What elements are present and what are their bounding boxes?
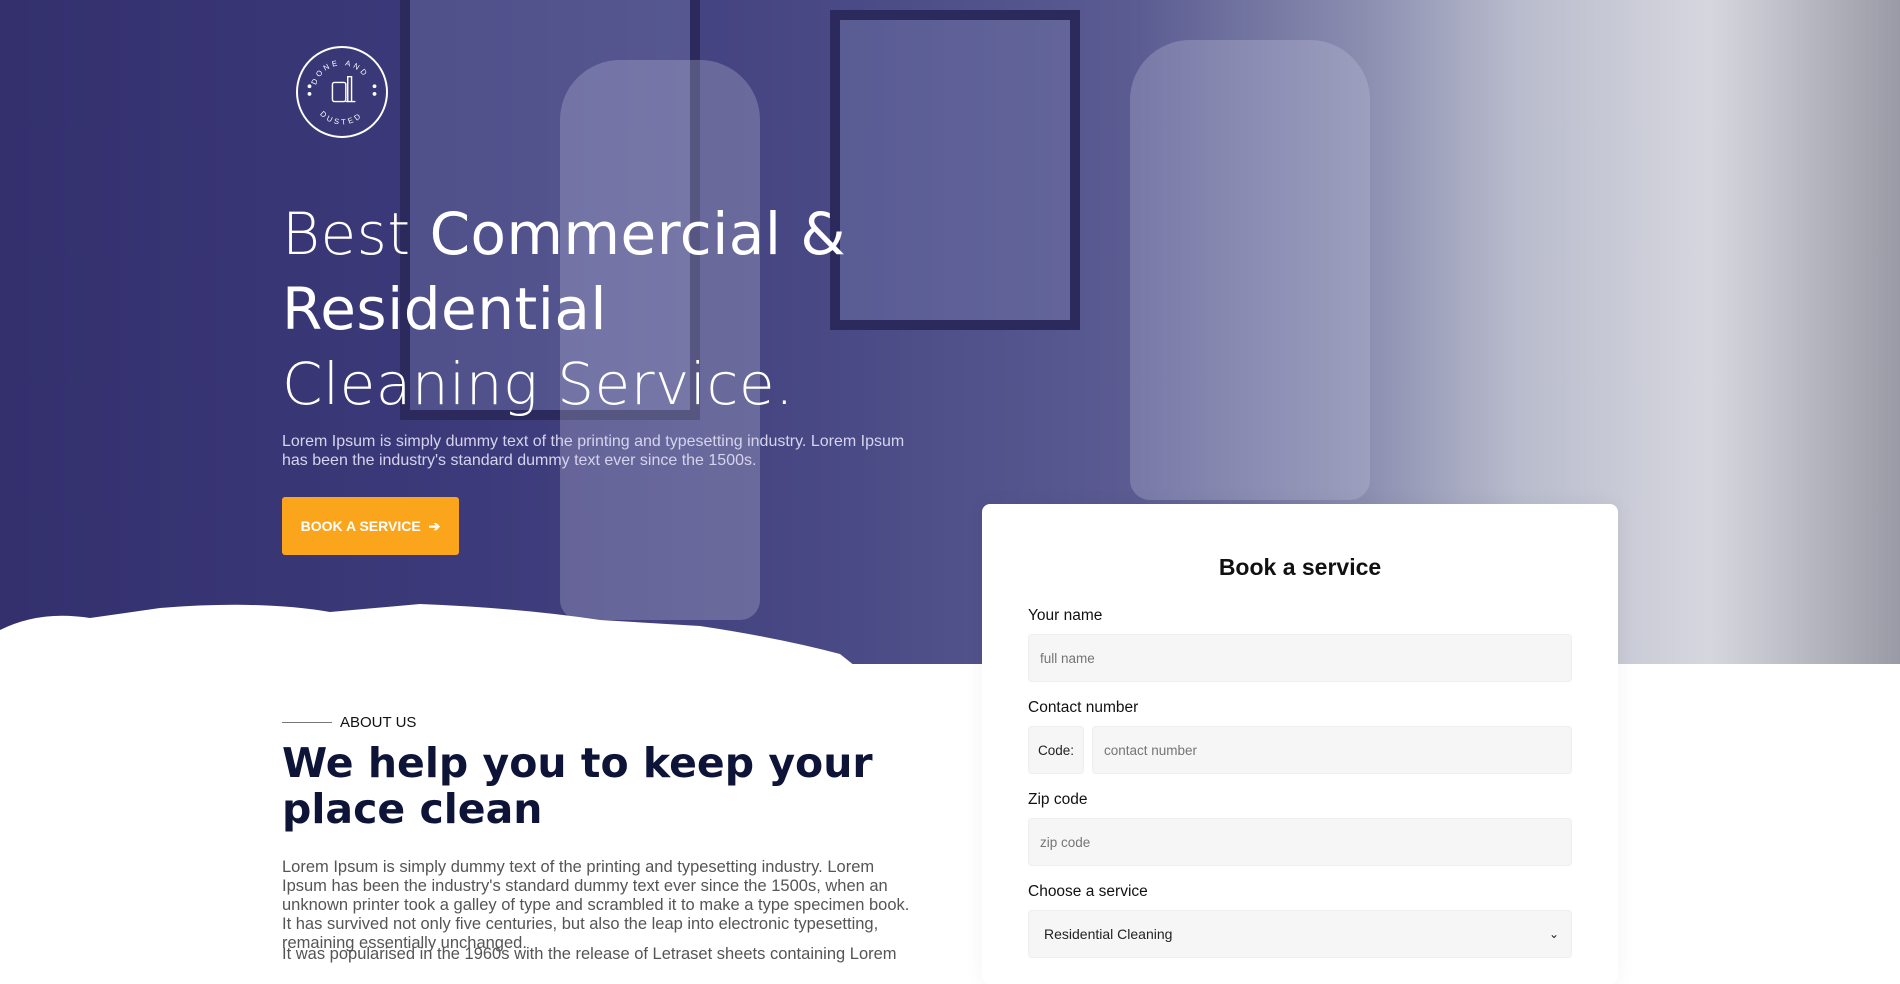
booking-form: Book a service Your name Contact number …: [982, 504, 1618, 984]
book-service-button[interactable]: BOOK A SERVICE ➔: [282, 497, 459, 555]
hero-subtitle: Lorem Ipsum is simply dummy text of the …: [282, 433, 905, 469]
name-input[interactable]: [1028, 634, 1572, 682]
background-window: [830, 10, 1080, 330]
title-light: Best: [282, 200, 430, 268]
svg-text:DUSTED: DUSTED: [318, 109, 364, 127]
hero-title: Best Commercial & Residential Cleaning S…: [282, 196, 846, 421]
about-heading: We help you to keep your place clean: [282, 739, 873, 833]
service-label: Choose a service: [1028, 883, 1148, 900]
about-label-text: ABOUT US: [340, 714, 417, 731]
logo[interactable]: DONE AND DUSTED: [296, 46, 388, 138]
background-figure: [1130, 40, 1370, 500]
arrow-right-icon: ➔: [428, 517, 441, 534]
title-light: Cleaning Service.: [282, 350, 795, 418]
form-title: Book a service: [1218, 554, 1382, 580]
service-select-value: Residential Cleaning: [1044, 926, 1173, 942]
zip-input[interactable]: [1028, 818, 1572, 866]
title-bold: Commercial &: [429, 200, 847, 268]
service-select[interactable]: Residential Cleaning ⌄: [1028, 910, 1572, 958]
title-bold: Residential: [282, 275, 607, 343]
book-service-label: BOOK A SERVICE: [300, 518, 421, 534]
about-paragraph: Lorem Ipsum is simply dummy text of the …: [282, 858, 910, 952]
about-label: ABOUT US: [282, 714, 416, 731]
divider-line: [282, 722, 332, 723]
contact-input[interactable]: [1092, 726, 1572, 774]
about-paragraph-2: It was popularised in the 1960s with the…: [282, 945, 897, 963]
chevron-down-icon: ⌄: [1548, 927, 1559, 941]
contact-label: Contact number: [1028, 699, 1139, 716]
country-code[interactable]: Code:: [1028, 726, 1084, 774]
brush-stroke: [0, 604, 853, 664]
name-label: Your name: [1028, 607, 1103, 624]
zip-label: Zip code: [1028, 791, 1088, 808]
